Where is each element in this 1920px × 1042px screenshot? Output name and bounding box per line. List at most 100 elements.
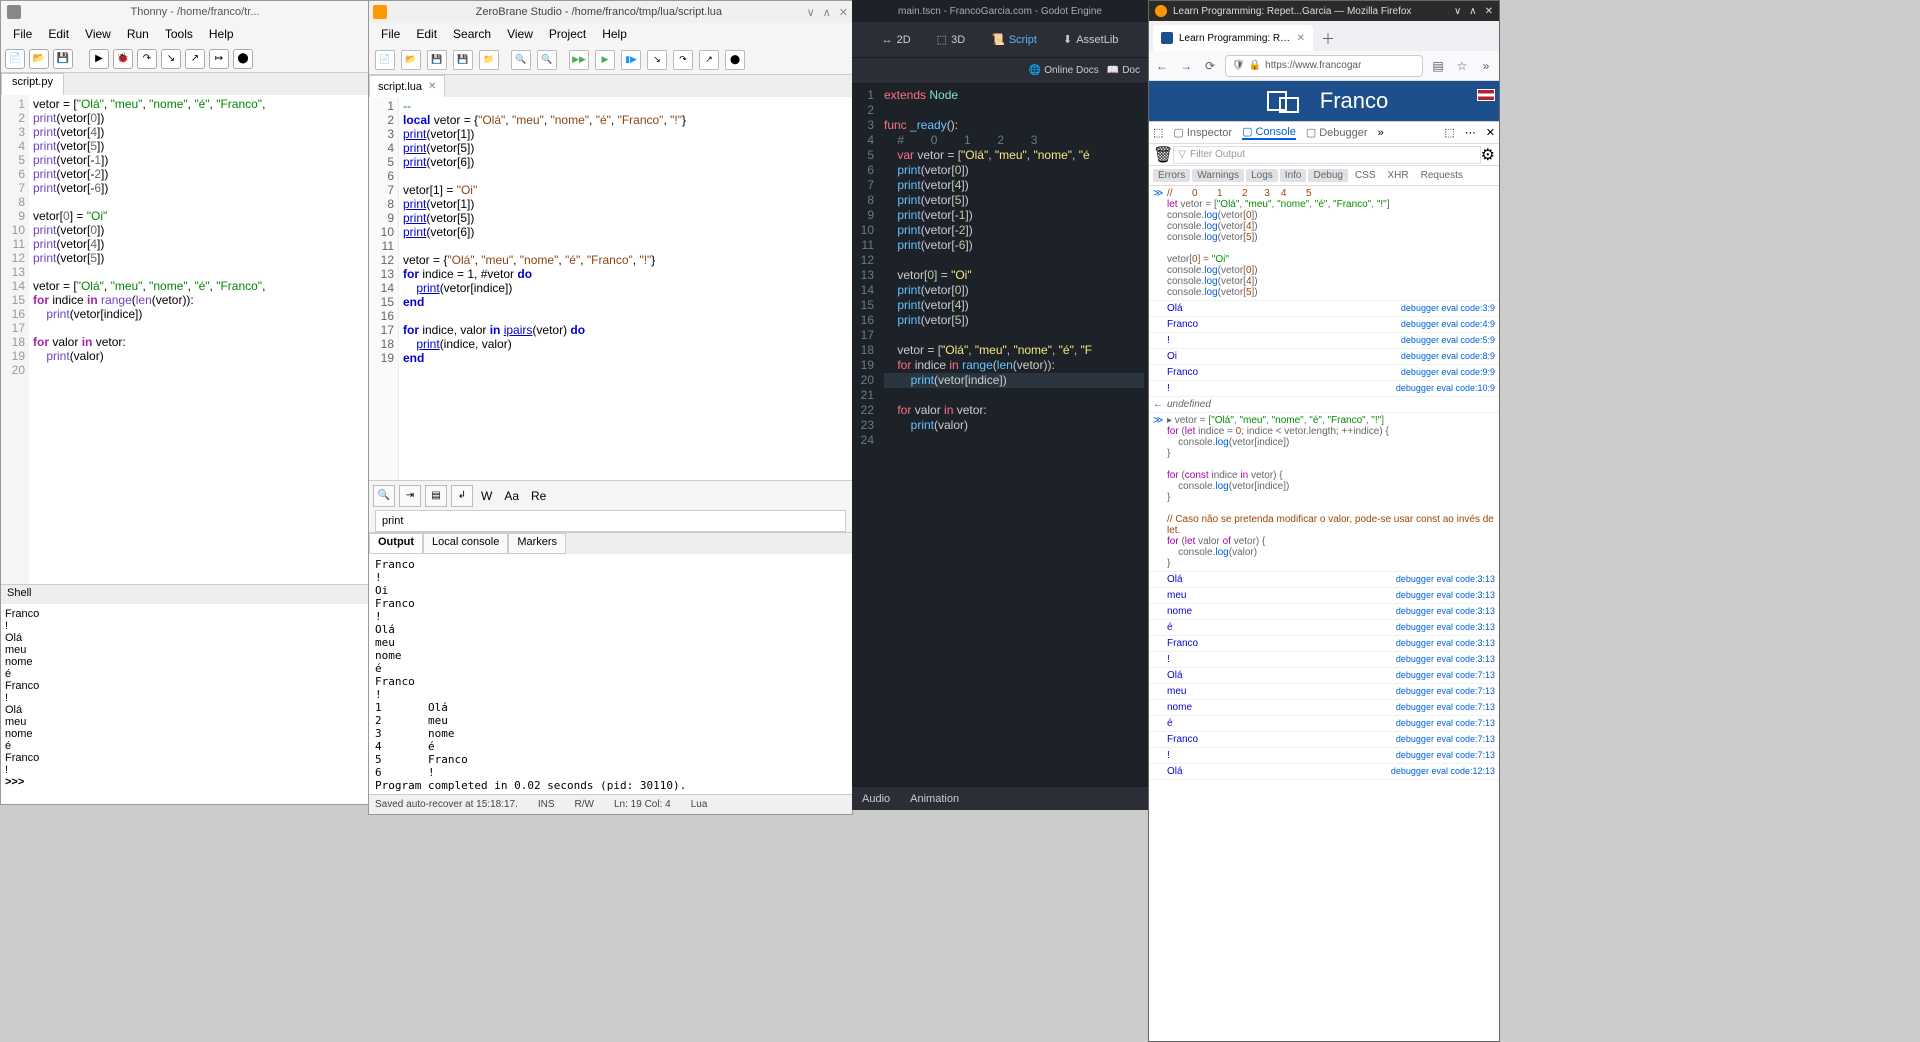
save-all-icon[interactable]: 💾 [453, 50, 473, 70]
menu-edit[interactable]: Edit [40, 27, 77, 41]
wrap-icon[interactable]: ↲ [451, 485, 473, 507]
clear-console-icon[interactable]: 🗑 [1153, 145, 1173, 165]
project-dir-icon[interactable]: 📁 [479, 50, 499, 70]
filter-xhr[interactable]: XHR [1383, 169, 1414, 182]
local-console-tab[interactable]: Local console [423, 533, 508, 554]
filter-requests[interactable]: Requests [1416, 169, 1468, 182]
open-file-icon[interactable]: 📂 [29, 49, 49, 69]
minimize-icon[interactable]: ∨ [807, 6, 815, 19]
resume-icon[interactable]: ↦ [209, 49, 229, 69]
minimize-icon[interactable]: ∨ [1454, 6, 1461, 17]
dock-side-icon[interactable]: ⬚ [1444, 126, 1454, 139]
overflow-icon[interactable]: » [1477, 57, 1495, 75]
scope-icon[interactable]: ▤ [425, 485, 447, 507]
step-out-icon[interactable]: ↗ [185, 49, 205, 69]
break-icon[interactable]: ▮▶ [621, 50, 641, 70]
output-tab[interactable]: Output [369, 533, 423, 554]
filter-debug[interactable]: Debug [1308, 169, 1347, 182]
new-tab-button[interactable]: ＋ [1313, 27, 1343, 51]
step-into-icon[interactable]: ↘ [161, 49, 181, 69]
step-over-icon[interactable]: ↷ [673, 50, 693, 70]
menu-help[interactable]: Help [594, 27, 635, 41]
menu-tools[interactable]: Tools [157, 27, 201, 41]
animation-tab[interactable]: Animation [910, 793, 959, 805]
devtools-options-icon[interactable]: ⋯ [1465, 126, 1476, 139]
devtools-close-icon[interactable]: ✕ [1486, 126, 1495, 139]
new-file-icon[interactable]: 📄 [5, 49, 25, 69]
editor-tab[interactable]: script.lua ✕ [369, 75, 445, 97]
shell-panel-label[interactable]: Shell [1, 584, 369, 604]
menu-project[interactable]: Project [541, 27, 594, 41]
forward-icon[interactable]: → [1177, 57, 1195, 75]
maximize-icon[interactable]: ∧ [823, 6, 831, 19]
filter-input[interactable]: ▽ Filter Output [1173, 146, 1480, 164]
reload-icon[interactable]: ⟳ [1201, 57, 1219, 75]
find-icon[interactable]: 🔍 [373, 485, 395, 507]
start-debug-icon[interactable]: ▶ [595, 50, 615, 70]
maximize-icon[interactable]: ∧ [1469, 6, 1476, 17]
step-out-icon[interactable]: ↗ [699, 50, 719, 70]
menu-view[interactable]: View [77, 27, 119, 41]
url-input[interactable]: 🛡 🔒 https://www.francogar [1225, 55, 1423, 77]
toggle-breakpoint-icon[interactable]: ⬤ [725, 50, 745, 70]
step-over-icon[interactable]: ↷ [137, 49, 157, 69]
open-file-icon[interactable]: 📂 [401, 50, 421, 70]
menu-help[interactable]: Help [201, 27, 242, 41]
editor-tab[interactable]: script.py [1, 73, 64, 95]
audio-tab[interactable]: Audio [862, 793, 890, 805]
stop-icon[interactable]: ⬤ [233, 49, 253, 69]
godot-code[interactable]: extends Nodefunc _ready(): # 0 1 2 3 var… [880, 84, 1148, 786]
us-flag-icon[interactable] [1477, 89, 1495, 101]
filter-warnings[interactable]: Warnings [1192, 169, 1244, 182]
thonny-editor[interactable]: 1234567891011121314151617181920 vetor = … [1, 95, 369, 584]
menu-file[interactable]: File [5, 27, 40, 41]
menu-run[interactable]: Run [119, 27, 157, 41]
zb-code[interactable]: --local vetor = {"Olá", "meu", "nome", "… [399, 97, 690, 480]
close-icon[interactable]: ✕ [1485, 6, 1493, 17]
close-icon[interactable]: ✕ [839, 6, 848, 19]
save-file-icon[interactable]: 💾 [53, 49, 73, 69]
mode-script[interactable]: 📜Script [985, 31, 1043, 48]
zb-editor[interactable]: 12345678910111213141516171819 --local ve… [369, 97, 852, 480]
godot-editor[interactable]: 123456789101112131415161718192021222324 … [852, 84, 1148, 786]
mode-3d[interactable]: ⬚3D [931, 31, 971, 48]
filter-logs[interactable]: Logs [1246, 169, 1278, 182]
new-file-icon[interactable]: 📄 [375, 50, 395, 70]
thonny-shell[interactable]: Franco!OlámeunomeéFranco!OlámeunomeéFran… [1, 604, 369, 804]
filter-errors[interactable]: Errors [1153, 169, 1190, 182]
menu-view[interactable]: View [499, 27, 541, 41]
save-icon[interactable]: 💾 [427, 50, 447, 70]
regex-btn[interactable]: Re [527, 489, 550, 503]
markers-tab[interactable]: Markers [508, 533, 566, 554]
pick-element-icon[interactable]: ⬚ [1153, 126, 1163, 139]
bookmark-icon[interactable]: ☆ [1453, 57, 1471, 75]
menu-file[interactable]: File [373, 27, 408, 41]
mode-2d[interactable]: ↔2D [876, 32, 917, 48]
replace-icon[interactable]: 🔍 [537, 50, 557, 70]
doc-link[interactable]: 📖Doc [1107, 65, 1140, 76]
tab-close-icon[interactable]: ✕ [428, 81, 436, 92]
browser-tab[interactable]: Learn Programming: Repetiti ✕ [1153, 25, 1313, 51]
run-icon[interactable]: ▶ [89, 49, 109, 69]
more-tabs-icon[interactable]: » [1378, 127, 1384, 139]
run-icon[interactable]: ▶▶ [569, 50, 589, 70]
reader-icon[interactable]: ▤ [1429, 57, 1447, 75]
indent-icon[interactable]: ⇥ [399, 485, 421, 507]
filter-css[interactable]: CSS [1350, 169, 1381, 182]
zb-output[interactable]: Franco ! Oi Franco ! Olá meu nome é Fran… [369, 554, 852, 794]
console-tab[interactable]: ▢Console [1242, 125, 1296, 140]
find-input[interactable] [375, 510, 846, 532]
step-into-icon[interactable]: ↘ [647, 50, 667, 70]
settings-icon[interactable]: ⚙ [1481, 145, 1495, 165]
filter-info[interactable]: Info [1280, 169, 1307, 182]
back-icon[interactable]: ← [1153, 57, 1171, 75]
whole-word-btn[interactable]: W [477, 489, 496, 503]
online-docs-link[interactable]: 🌐Online Docs [1029, 65, 1099, 76]
case-btn[interactable]: Aa [500, 489, 523, 503]
thonny-code[interactable]: vetor = ["Olá", "meu", "nome", "é", "Fra… [29, 95, 269, 584]
debug-icon[interactable]: 🐞 [113, 49, 133, 69]
tab-close-icon[interactable]: ✕ [1297, 33, 1305, 44]
console-output[interactable]: ≫// 0 1 2 3 4 5 let vetor = ["Olá", "meu… [1149, 186, 1499, 1041]
menu-edit[interactable]: Edit [408, 27, 445, 41]
debugger-tab[interactable]: ▢Debugger [1306, 126, 1368, 139]
